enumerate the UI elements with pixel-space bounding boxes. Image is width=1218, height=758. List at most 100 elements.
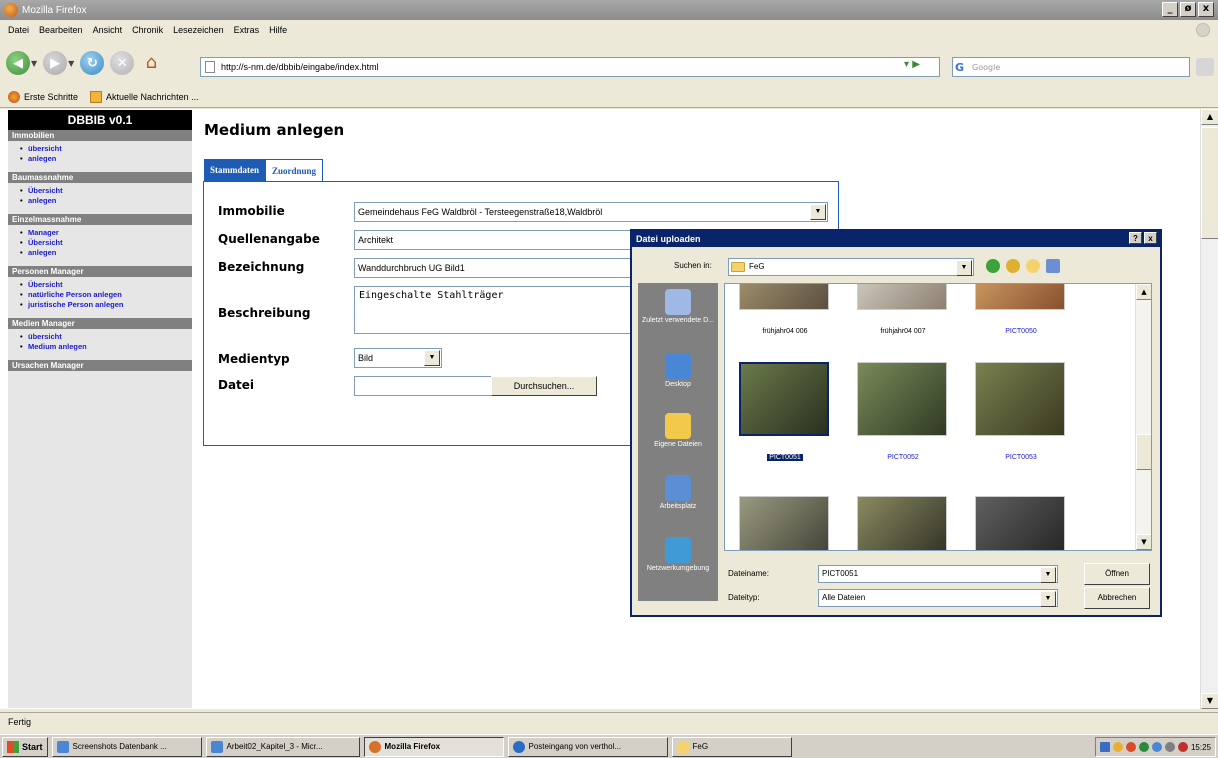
go-arrow-icon[interactable]: ▾ ▶ (904, 59, 934, 75)
link-juristische-person-anlegen[interactable]: juristische Person anlegen (20, 300, 192, 310)
tray-icon[interactable] (1177, 742, 1188, 752)
tab-stammdaten[interactable]: Stammdaten (204, 159, 265, 181)
maximize-button[interactable]: ø (1180, 2, 1196, 17)
chevron-down-icon[interactable]: ▼ (1040, 591, 1056, 607)
file-thumbnail[interactable] (737, 494, 833, 550)
section-ursachen-manager[interactable]: Ursachen Manager (8, 360, 192, 371)
dialog-help-button[interactable]: ? (1129, 232, 1142, 244)
back-button[interactable]: ◀ (6, 51, 30, 75)
taskbar-arbeit[interactable]: Arbeit02_Kapitel_3 - Micr... (205, 736, 360, 757)
search-go-button[interactable] (1196, 58, 1214, 76)
chevron-down-icon[interactable]: ▼ (1040, 567, 1056, 583)
immobilie-select[interactable]: Gemeindehaus FeG Waldbröl - Tersteegenst… (354, 202, 828, 222)
tray-icon[interactable] (1112, 742, 1123, 752)
file-thumbnail[interactable]: frühjahr04 007 (855, 284, 951, 338)
link-einzelmassnahme-anlegen[interactable]: anlegen (20, 248, 192, 258)
google-icon[interactable]: G (955, 61, 964, 74)
link-baumassnahme-uebersicht[interactable]: Übersicht (20, 186, 192, 196)
taskbar-screenshots[interactable]: Screenshots Datenbank ... (51, 736, 202, 757)
file-thumbnail[interactable]: PICT0053 (973, 360, 1069, 464)
file-thumbnail[interactable] (855, 494, 951, 550)
page-scrollbar[interactable]: ▲ ▼ (1200, 109, 1218, 709)
file-thumbnail[interactable]: PICT0050 (973, 284, 1069, 338)
link-baumassnahme-anlegen[interactable]: anlegen (20, 196, 192, 206)
new-folder-icon[interactable] (1026, 259, 1040, 273)
tab-zuordnung[interactable]: Zuordnung (265, 159, 324, 181)
reload-button[interactable]: ↻ (80, 51, 105, 75)
start-button[interactable]: Start (2, 736, 48, 757)
bezeichnung-input[interactable]: Wanddurchbruch UG Bild1 (354, 258, 654, 278)
tray-icon[interactable] (1125, 742, 1136, 752)
tray-icon[interactable] (1099, 742, 1110, 752)
menu-bearbeiten[interactable]: Bearbeiten (39, 25, 83, 35)
file-thumbnail[interactable]: frühjahr04 006 (737, 284, 833, 338)
tray-icon[interactable] (1138, 742, 1149, 752)
file-scroll-thumb[interactable] (1136, 434, 1151, 470)
forward-button[interactable]: ▶ (43, 51, 68, 75)
link-medium-anlegen[interactable]: Medium anlegen (20, 342, 192, 352)
cancel-button[interactable]: Abbrechen (1084, 587, 1150, 609)
file-thumbnail[interactable] (973, 494, 1069, 550)
quellenangabe-input[interactable]: Architekt (354, 230, 654, 250)
menu-chronik[interactable]: Chronik (132, 25, 163, 35)
back-dropdown-icon[interactable]: ▼ (31, 59, 37, 68)
menu-datei[interactable]: Datei (8, 25, 29, 35)
link-natuerliche-person-anlegen[interactable]: natürliche Person anlegen (20, 290, 192, 300)
section-einzelmassnahme: Einzelmassnahme (8, 214, 192, 225)
chevron-down-icon[interactable]: ▼ (810, 204, 826, 220)
menu-hilfe[interactable]: Hilfe (269, 25, 287, 35)
taskbar-firefox[interactable]: Mozilla Firefox (363, 736, 504, 757)
file-thumbnail[interactable]: PICT0052 (855, 360, 951, 464)
filetype-select[interactable]: Alle Dateien ▼ (818, 589, 1058, 607)
taskbar-posteingang[interactable]: Posteingang von verthol... (507, 736, 668, 757)
chevron-down-icon[interactable]: ▼ (424, 350, 440, 366)
place-my-computer[interactable]: Arbeitsplatz (638, 475, 718, 510)
scroll-up-icon[interactable]: ▲ (1136, 284, 1151, 300)
scroll-thumb[interactable] (1201, 127, 1218, 239)
datei-input[interactable] (354, 376, 492, 396)
link-immobilien-uebersicht[interactable]: übersicht (20, 144, 192, 154)
minimize-button[interactable]: _ (1162, 2, 1178, 17)
scroll-down-icon[interactable]: ▼ (1136, 534, 1151, 550)
link-einzelmassnahme-manager[interactable]: Manager (20, 228, 192, 238)
place-desktop[interactable]: Desktop (638, 353, 718, 388)
tray-icon[interactable] (1164, 742, 1175, 752)
tray-icon[interactable] (1151, 742, 1162, 752)
file-list-scrollbar[interactable]: ▲ ▼ (1135, 284, 1151, 550)
up-folder-icon[interactable] (1006, 259, 1020, 273)
link-medien-uebersicht[interactable]: übersicht (20, 332, 192, 342)
network-icon (665, 537, 691, 563)
bookmark-nachrichten[interactable]: Aktuelle Nachrichten ... (90, 90, 199, 103)
beschreibung-textarea[interactable]: Eingeschalte Stahlträger (354, 286, 654, 334)
bookmark-erste-schritte[interactable]: Erste Schritte (8, 90, 78, 103)
stop-button[interactable]: ✕ (110, 51, 135, 75)
home-button[interactable]: ⌂ (140, 52, 162, 74)
browse-button[interactable]: Durchsuchen... (491, 376, 597, 396)
place-network[interactable]: Netzwerkumgebung (638, 537, 718, 572)
clock[interactable]: 15:25 (1191, 743, 1211, 752)
taskbar-feg[interactable]: FeG (671, 736, 792, 757)
link-immobilien-anlegen[interactable]: anlegen (20, 154, 192, 164)
chevron-down-icon[interactable]: ▼ (956, 260, 972, 276)
file-thumbnail-selected[interactable]: PICT0051 (737, 360, 833, 464)
lookin-dropdown[interactable]: FeG ▼ (728, 258, 974, 276)
close-button[interactable]: x (1198, 2, 1214, 17)
place-recent[interactable]: Zuletzt verwendete D... (638, 289, 718, 324)
place-my-documents[interactable]: Eigene Dateien (638, 413, 718, 448)
medientyp-select[interactable]: Bild ▼ (354, 348, 442, 368)
search-box[interactable]: G Google (952, 57, 1190, 77)
forward-dropdown-icon[interactable]: ▼ (68, 59, 74, 68)
menu-ansicht[interactable]: Ansicht (93, 25, 123, 35)
filename-input[interactable]: PICT0051 ▼ (818, 565, 1058, 583)
scroll-up-icon[interactable]: ▲ (1201, 109, 1218, 125)
link-personen-uebersicht[interactable]: Übersicht (20, 280, 192, 290)
url-bar[interactable]: http://s-nm.de/dbbib/eingabe/index.html (200, 57, 940, 77)
menu-lesezeichen[interactable]: Lesezeichen (173, 25, 224, 35)
link-einzelmassnahme-uebersicht[interactable]: Übersicht (20, 238, 192, 248)
dialog-close-button[interactable]: x (1144, 232, 1157, 244)
open-button[interactable]: Öffnen (1084, 563, 1150, 585)
view-menu-icon[interactable] (1046, 259, 1060, 273)
back-arrow-icon[interactable] (986, 259, 1000, 273)
menu-extras[interactable]: Extras (234, 25, 260, 35)
scroll-down-icon[interactable]: ▼ (1201, 693, 1218, 709)
